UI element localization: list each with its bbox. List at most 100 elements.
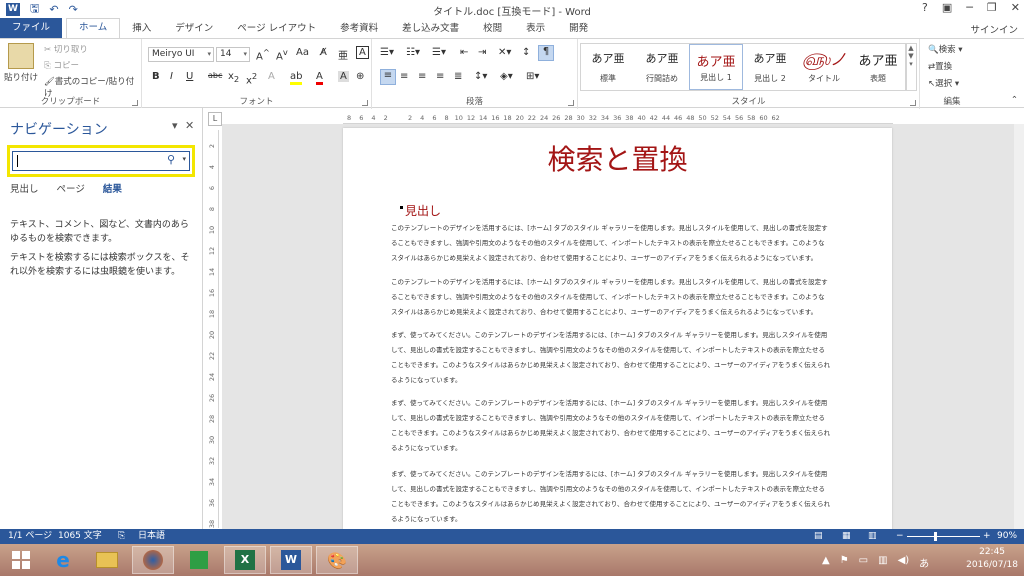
distribute-button[interactable]: ≣ xyxy=(454,71,462,82)
font-launcher[interactable] xyxy=(362,100,368,106)
char-border-button[interactable]: ⊕ xyxy=(356,71,364,82)
undo-button[interactable]: ↶ xyxy=(49,3,58,16)
doc-title[interactable]: 検索と置換 xyxy=(343,138,892,178)
nav-pane-close-icon[interactable]: ✕ xyxy=(185,119,194,132)
tab-mailings[interactable]: 差し込み文書 xyxy=(390,20,471,38)
phonetic-guide-button[interactable]: 亜 xyxy=(338,47,348,62)
clear-format-icon[interactable]: A̸ xyxy=(320,47,327,58)
excel-taskbar-button[interactable]: X xyxy=(224,546,266,574)
bold-button[interactable]: B xyxy=(152,71,160,82)
language-indicator[interactable]: 日本語 xyxy=(138,529,165,544)
align-right-button[interactable]: ≡ xyxy=(418,71,426,82)
zoom-out-button[interactable]: − xyxy=(896,529,904,544)
read-mode-icon[interactable]: ▤ xyxy=(814,529,823,544)
decrease-indent-button[interactable]: ⇤ xyxy=(460,47,468,58)
web-layout-icon[interactable]: ▥ xyxy=(868,529,877,544)
zoom-level[interactable]: 90% xyxy=(997,529,1017,544)
cut-button[interactable]: ✂ 切り取り xyxy=(44,43,88,55)
restore-button[interactable]: ❐ xyxy=(987,1,997,14)
doc-paragraph-2[interactable]: このテンプレートのデザインを活用するには、[ホーム] タブのスタイル ギャラリー… xyxy=(391,275,831,320)
nav-search-input[interactable]: ⚲ ▾ xyxy=(12,151,190,171)
explorer-taskbar-button[interactable] xyxy=(86,546,128,574)
styles-launcher[interactable] xyxy=(910,100,916,106)
ie-taskbar-button[interactable]: e xyxy=(42,546,84,574)
paragraph-launcher[interactable] xyxy=(568,100,574,106)
numbering-button[interactable]: ☷▾ xyxy=(406,47,420,58)
char-shading-button[interactable]: A xyxy=(338,71,349,82)
copy-button[interactable]: ⎘ コピー xyxy=(44,59,79,71)
start-button[interactable] xyxy=(0,546,42,574)
doc-heading[interactable]: 見出し xyxy=(405,202,441,219)
underline-button[interactable]: U xyxy=(186,71,193,82)
tab-review[interactable]: 校閲 xyxy=(471,20,514,38)
help-button[interactable]: ? xyxy=(922,1,928,14)
borders-button[interactable]: ⊞▾ xyxy=(526,71,539,82)
zoom-in-button[interactable]: + xyxy=(983,529,991,544)
zoom-slider-thumb[interactable] xyxy=(934,532,937,541)
tab-page-layout[interactable]: ページ レイアウト xyxy=(225,20,328,38)
clock[interactable]: 22:45 2016/07/18 xyxy=(966,546,1018,572)
justify-button[interactable]: ≡ xyxy=(436,71,444,82)
subscript-button[interactable]: x2 xyxy=(228,71,239,84)
shading-button[interactable]: ◈▾ xyxy=(500,71,513,82)
clipboard-launcher[interactable] xyxy=(132,100,138,106)
proofing-icon[interactable]: ⎘ xyxy=(118,529,125,544)
tab-selector[interactable]: L xyxy=(208,112,222,126)
tab-design[interactable]: デザイン xyxy=(163,20,225,38)
document-page[interactable]: 検索と置換 見出し このテンプレートのデザインを活用するには、[ホーム] タブの… xyxy=(343,128,892,529)
nav-pane-options-icon[interactable]: ▾ xyxy=(172,119,178,132)
doc-paragraph-3[interactable]: まず、使ってみてください。このテンプレートのデザインを活用するには、[ホーム] … xyxy=(391,328,831,388)
superscript-button[interactable]: x2 xyxy=(246,71,257,86)
vertical-ruler[interactable]: 2 4 6 8 10 12 14 16 18 20 22 24 26 28 30 32 34 36 38 xyxy=(205,130,219,528)
select-button[interactable]: ↖選択 ▾ xyxy=(928,77,959,89)
redo-button[interactable]: ↷ xyxy=(69,3,78,16)
word-count[interactable]: 1065 文字 xyxy=(58,529,102,544)
ime-mode-indicator[interactable]: あ xyxy=(919,555,929,570)
shrink-font-button[interactable]: Av xyxy=(276,47,288,62)
grow-font-button[interactable]: A^ xyxy=(256,47,270,62)
tab-developer[interactable]: 開発 xyxy=(557,20,600,38)
print-layout-icon[interactable]: ▦ xyxy=(842,529,851,544)
replace-button[interactable]: ⇄置換 xyxy=(928,60,952,72)
collapse-ribbon-icon[interactable]: ⌃ xyxy=(1011,95,1018,105)
nav-tab-headings[interactable]: 見出し xyxy=(10,181,39,195)
nav-tab-results[interactable]: 結果 xyxy=(103,181,122,195)
firefox-taskbar-button[interactable] xyxy=(132,546,174,574)
volume-icon[interactable]: ◀) xyxy=(898,555,910,570)
font-size-combo[interactable]: 14 ▾ xyxy=(216,47,250,62)
highlight-button[interactable]: ab xyxy=(290,71,303,85)
paint-taskbar-button[interactable]: 🎨 xyxy=(316,546,358,574)
close-button[interactable]: ✕ xyxy=(1011,1,1020,14)
nav-tab-pages[interactable]: ページ xyxy=(57,181,85,195)
save-button[interactable]: 🖫 xyxy=(30,0,39,19)
align-center-button[interactable]: ≡ xyxy=(400,71,408,82)
enclose-char-button[interactable]: A xyxy=(356,46,369,59)
battery-icon[interactable]: ▭ xyxy=(859,555,868,570)
doc-paragraph-1[interactable]: このテンプレートのデザインを活用するには、[ホーム] タブのスタイル ギャラリー… xyxy=(391,221,831,266)
align-left-button[interactable]: ≡ xyxy=(380,69,396,85)
tab-file[interactable]: ファイル xyxy=(0,18,63,38)
chevron-up-icon[interactable]: ▲ xyxy=(822,555,830,570)
italic-button[interactable]: I xyxy=(170,71,173,82)
sign-in-link[interactable]: サインイン xyxy=(970,22,1018,36)
network-icon[interactable]: ▥ xyxy=(878,555,887,570)
vertical-scrollbar[interactable] xyxy=(1014,124,1024,529)
show-marks-button[interactable]: ¶ xyxy=(538,45,554,61)
multilevel-list-button[interactable]: ☰▾ xyxy=(432,47,446,58)
sort-button[interactable]: ↕ xyxy=(522,47,530,58)
bullets-button[interactable]: ☰▾ xyxy=(380,47,394,58)
minimize-button[interactable]: ─ xyxy=(966,1,973,14)
page-count[interactable]: 1/1 ページ xyxy=(8,529,52,544)
doc-paragraph-5[interactable]: まず、使ってみてください。このテンプレートのデザインを活用するには、[ホーム] … xyxy=(391,467,831,527)
find-button[interactable]: 🔍検索 ▾ xyxy=(928,43,963,55)
tab-home[interactable]: ホーム xyxy=(66,18,121,38)
doc-paragraph-4[interactable]: まず、使ってみてください。このテンプレートのデザインを活用するには、[ホーム] … xyxy=(391,396,831,456)
increase-indent-button[interactable]: ⇥ xyxy=(478,47,486,58)
action-center-icon[interactable]: ⚑ xyxy=(840,555,849,570)
text-effects-button[interactable]: A xyxy=(268,71,275,82)
horizontal-ruler[interactable]: 8 6 4 2 2 4 6 8 10 12 14 16 18 20 22 24 26 28 30 32 34 36 38 40… xyxy=(343,112,893,124)
change-case-button[interactable]: Aa xyxy=(296,47,309,58)
tab-references[interactable]: 参考資料 xyxy=(328,20,390,38)
store-taskbar-button[interactable] xyxy=(178,546,220,574)
zoom-slider[interactable] xyxy=(907,536,980,537)
